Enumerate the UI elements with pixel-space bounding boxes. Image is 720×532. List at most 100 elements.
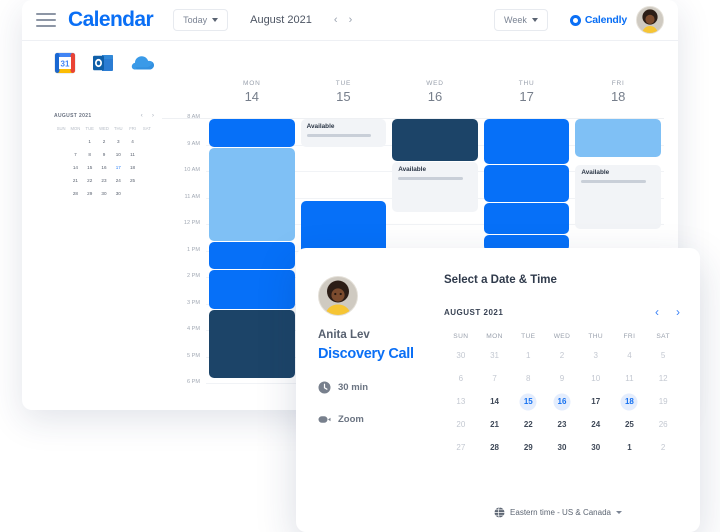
picker-next-month-icon[interactable]: › [676,305,680,319]
picker-day-available[interactable]: 15 [511,394,545,410]
avatar-illustration [319,277,357,315]
picker-day-cell[interactable]: 14 [478,394,512,410]
calendar-event-block[interactable] [483,165,570,202]
calendar-event-block[interactable] [483,203,570,234]
next-week-icon[interactable]: › [349,14,353,26]
mini-day-cell[interactable]: 15 [83,164,97,172]
mini-day-cell[interactable]: 14 [68,164,82,172]
view-selector-button[interactable]: Week [493,9,548,31]
picker-day-cell[interactable]: 1 [613,440,647,456]
mini-day-cell[interactable]: 22 [83,177,97,185]
picker-day-cell[interactable]: 22 [511,417,545,433]
calendar-event-block[interactable] [209,148,295,241]
icloud-icon[interactable] [130,52,154,74]
picker-day-cell: 19 [658,397,668,406]
mini-day-cell[interactable]: 16 [97,164,111,172]
mini-day-cell[interactable]: 11 [125,151,139,159]
picker-day-cell[interactable]: 17 [579,394,613,410]
mini-day-cell[interactable]: 3 [111,138,125,146]
calendly-logo[interactable]: Calendly [569,14,627,26]
mini-day-cell[interactable]: 25 [125,177,139,185]
mini-day-cell[interactable]: 29 [83,190,97,198]
week-day-name: WED [426,80,444,87]
picker-day-cell: 1 [526,351,531,360]
google-calendar-icon[interactable]: 31 [54,52,76,74]
picker-prev-month-icon[interactable]: ‹ [655,305,659,319]
mini-day-empty [54,164,68,172]
week-day-column-header[interactable]: THU 17 [481,80,573,118]
mini-day-cell[interactable]: 1 [83,138,97,146]
picker-day-cell[interactable]: 25 [613,417,647,433]
mini-day-cell[interactable]: 2 [97,138,111,146]
picker-day-cell: 2 [660,443,666,452]
host-name: Anita Lev [318,329,370,341]
picker-day-cell[interactable]: 30 [579,440,613,456]
timezone-selector[interactable]: Eastern time - US & Canada [296,507,700,518]
picker-day-cell: 8 [526,374,531,383]
calendar-event-block[interactable] [209,270,295,309]
mini-day-cell[interactable]: 21 [68,177,82,185]
mini-day-cell[interactable]: 9 [97,151,111,159]
calendar-event-block[interactable] [209,242,295,269]
picker-day-grid: 30 31 1 2 3 4 5 6 7 8 9 10 11 12 13 14 15 16 17 18 19 20 21 22 2… [444,348,680,456]
avatar-illustration [637,7,663,33]
event-location-label: Zoom [338,414,364,425]
time-label: 8 AM [187,114,200,120]
calendar-event-block[interactable] [209,310,295,378]
picker-day-cell: 30 [456,351,466,360]
picker-day-cell[interactable]: 24 [579,417,613,433]
picker-day-cell: 20 [456,420,466,429]
week-day-column-header[interactable]: WED 16 [389,80,481,118]
mini-day-cell[interactable]: 30 [97,190,111,198]
mini-weekday-label: SAT [142,126,151,131]
picker-day-cell[interactable]: 23 [545,417,579,433]
user-avatar[interactable] [636,6,664,34]
available-slot[interactable]: Available [300,119,387,147]
picker-day-available[interactable]: 18 [613,394,647,410]
picker-day-cell[interactable]: 29 [511,440,545,456]
mini-prev-month-icon[interactable]: ‹ [141,112,143,119]
time-label: 11 AM [184,193,200,200]
mini-day-cell[interactable]: 17 [111,164,125,172]
mini-day-cell[interactable]: 7 [68,151,82,159]
prev-week-icon[interactable]: ‹ [334,14,338,26]
picker-day-cell: 27 [456,443,466,452]
globe-icon [494,507,505,518]
mini-day-cell[interactable]: 23 [97,177,111,185]
mini-day-cell[interactable]: 8 [83,151,97,159]
week-day-column-header[interactable]: TUE 15 [298,80,390,118]
picker-month-row: AUGUST 2021 ‹ › [444,305,680,319]
week-day-column-header[interactable]: FRI 18 [572,80,664,118]
calendar-event-block[interactable] [209,119,295,147]
available-slot[interactable]: Available [392,162,478,212]
calendar-event-block[interactable] [483,119,570,164]
calendar-event-block[interactable] [300,201,387,254]
mini-next-month-icon[interactable]: › [152,112,154,119]
week-day-column-header[interactable]: MON 14 [206,80,298,118]
mini-day-cell[interactable]: 30 [111,190,125,198]
picker-day-cell[interactable]: 28 [478,440,512,456]
mini-day-cell[interactable]: 4 [125,138,139,146]
today-button[interactable]: Today [173,9,229,31]
picker-day-cell: 9 [559,374,565,383]
picker-weekday-label: TUE [521,333,536,340]
mini-day-cell[interactable]: 18 [125,164,139,172]
calendar-event-block[interactable] [575,119,661,157]
mini-day-cell[interactable]: 24 [111,177,125,185]
placeholder-bar [306,134,372,137]
hamburger-menu-icon[interactable] [36,13,56,27]
picker-day-cell[interactable]: 30 [545,440,579,456]
picker-day-cell[interactable]: 21 [478,417,512,433]
mini-day-cell[interactable]: 10 [111,151,125,159]
mini-weekday-label: MON [70,126,81,131]
picker-weekday-label: SUN [453,333,469,340]
mini-day-cell[interactable]: 28 [68,190,82,198]
calendar-event-block[interactable] [392,119,478,161]
picker-day-available[interactable]: 16 [545,394,579,410]
clock-icon [318,381,331,394]
current-month-label: August 2021 [250,14,312,26]
available-slot[interactable]: Available [575,165,661,229]
available-slot-label: Available [306,123,335,130]
time-label: 5 PM [186,352,200,359]
outlook-icon[interactable] [92,52,114,74]
